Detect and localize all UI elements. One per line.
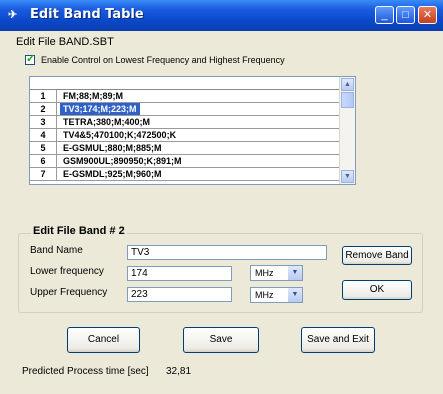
- band-name-field[interactable]: TV3: [127, 245, 327, 260]
- window-title: Edit Band Table: [30, 7, 144, 22]
- file-label: Edit File BAND.SBT: [16, 36, 114, 48]
- scroll-thumb[interactable]: [341, 92, 354, 108]
- list-item[interactable]: 7 E-GSMDL;925;M;960;M: [30, 168, 355, 181]
- row-number: 7: [30, 168, 57, 180]
- list-item[interactable]: 6 GSM900UL;890950;K;891;M: [30, 155, 355, 168]
- scroll-down-icon[interactable]: ▼: [341, 170, 354, 183]
- process-time-value: 32,81: [166, 366, 192, 377]
- lower-frequency-label: Lower frequency: [30, 266, 104, 277]
- list-item[interactable]: 5 E-GSMUL;880;M;885;M: [30, 142, 355, 155]
- minimize-button[interactable]: _: [375, 6, 394, 24]
- lower-frequency-field[interactable]: 174: [127, 266, 232, 281]
- list-item[interactable]: 3 TETRA;380;M;400;M: [30, 116, 355, 129]
- app-icon: ✈: [8, 9, 18, 21]
- row-text: FM;88;M;89;M: [63, 91, 123, 101]
- row-number: 1: [30, 90, 57, 102]
- upper-frequency-field[interactable]: 223: [127, 287, 232, 302]
- row-text: E-GSMUL;880;M;885;M: [63, 143, 162, 153]
- row-number: 5: [30, 142, 57, 154]
- title-bar[interactable]: ✈ Edit Band Table _ □ ✕: [0, 0, 443, 31]
- upper-unit-value: MHz: [255, 290, 274, 300]
- remove-band-button[interactable]: Remove Band: [342, 246, 412, 265]
- close-button[interactable]: ✕: [418, 6, 437, 24]
- scroll-up-icon[interactable]: ▲: [341, 78, 354, 91]
- row-text: TV3;174;M;223;M: [60, 103, 140, 115]
- row-text: GSM900UL;890950;K;891;M: [63, 156, 182, 166]
- chevron-down-icon[interactable]: ▼: [288, 266, 302, 280]
- list-item[interactable]: 4 TV4&5;470100;K;472500;K: [30, 129, 355, 142]
- maximize-button[interactable]: □: [396, 6, 415, 24]
- row-number: 2: [30, 103, 57, 115]
- upper-unit-select[interactable]: MHz ▼: [250, 287, 303, 303]
- chevron-down-icon[interactable]: ▼: [288, 288, 302, 302]
- row-text: E-GSMDL;925;M;960;M: [63, 169, 162, 179]
- row-number: 4: [30, 129, 57, 141]
- enable-control-label: Enable Control on Lowest Frequency and H…: [41, 55, 285, 65]
- list-item[interactable]: 2 TV3;174;M;223;M: [30, 103, 355, 116]
- row-number: 3: [30, 116, 57, 128]
- list-header: [30, 77, 355, 90]
- lower-unit-select[interactable]: MHz ▼: [250, 265, 303, 281]
- row-text: TV4&5;470100;K;472500;K: [63, 130, 177, 140]
- band-name-label: Band Name: [30, 245, 83, 256]
- lower-unit-value: MHz: [255, 268, 274, 278]
- list-scrollbar[interactable]: ▲ ▼: [339, 77, 355, 184]
- process-time-label: Predicted Process time [sec]: [22, 366, 149, 377]
- edit-band-group-title: Edit File Band # 2: [31, 225, 127, 237]
- upper-frequency-label: Upper Frequency: [30, 287, 108, 298]
- save-button[interactable]: Save: [183, 327, 259, 353]
- cancel-button[interactable]: Cancel: [67, 327, 140, 353]
- list-item[interactable]: 1 FM;88;M;89;M: [30, 90, 355, 103]
- row-number: 6: [30, 155, 57, 167]
- ok-button[interactable]: OK: [342, 280, 412, 300]
- edit-band-table-window: ✈ Edit Band Table _ □ ✕ Edit File BAND.S…: [0, 0, 443, 394]
- enable-control-checkbox[interactable]: [25, 52, 35, 65]
- save-and-exit-button[interactable]: Save and Exit: [301, 327, 375, 353]
- band-list[interactable]: 1 FM;88;M;89;M 2 TV3;174;M;223;M 3 TETRA;380;…: [29, 76, 356, 185]
- row-text: TETRA;380;M;400;M: [63, 117, 151, 127]
